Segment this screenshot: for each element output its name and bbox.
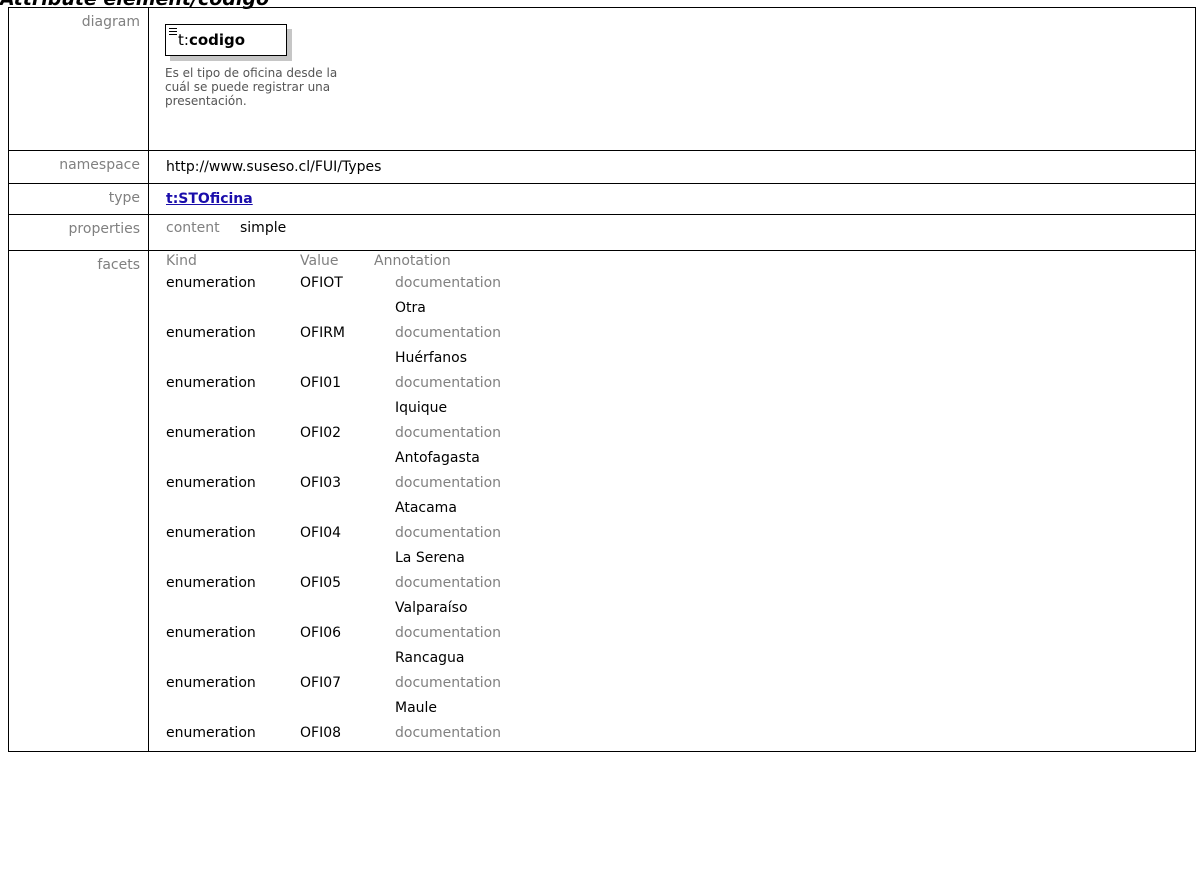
diagram-row: diagram t:codigo Es el tipo de oficina d… bbox=[8, 7, 1196, 151]
facet-documentation: Huérfanos bbox=[395, 350, 468, 366]
facet-value: OFI01 bbox=[300, 375, 342, 391]
element-doc-line: presentación. bbox=[165, 94, 247, 108]
element-box[interactable]: t:codigo bbox=[165, 24, 287, 56]
facet-annotation: documentation bbox=[395, 525, 502, 541]
facet-annotation: documentation bbox=[395, 325, 502, 341]
diagram-label: diagram bbox=[8, 7, 149, 151]
facet-kind: enumeration bbox=[166, 275, 256, 291]
facet-annotation: documentation bbox=[395, 575, 502, 591]
facet-annotation: documentation bbox=[395, 725, 502, 741]
type-link[interactable]: t:STOficina bbox=[166, 191, 253, 207]
facet-annotation: documentation bbox=[395, 425, 502, 441]
facets-label: facets bbox=[8, 250, 149, 752]
facet-documentation: Iquique bbox=[395, 400, 448, 416]
facet-row: enumeration OFI04 documentation La Serena bbox=[149, 525, 749, 575]
facet-kind: enumeration bbox=[166, 325, 256, 341]
facet-row: enumeration OFI08 documentation bbox=[149, 725, 749, 775]
facet-value: OFIRM bbox=[300, 325, 346, 341]
facets-header-annotation: Annotation bbox=[374, 253, 451, 269]
facet-documentation: Antofagasta bbox=[395, 450, 480, 466]
facet-kind: enumeration bbox=[166, 525, 256, 541]
facets-row: facets Kind Value Annotation enumeration… bbox=[8, 250, 1196, 752]
facet-row: enumeration OFI02 documentation Antofagasta bbox=[149, 425, 749, 475]
facet-kind: enumeration bbox=[166, 725, 256, 741]
element-documentation: Es el tipo de oficina desde la cuál se p… bbox=[165, 66, 425, 108]
facet-value: OFI03 bbox=[300, 475, 342, 491]
element-diagram: t:codigo Es el tipo de oficina desde la … bbox=[149, 8, 1195, 150]
type-row: type t:STOficina bbox=[8, 183, 1196, 215]
facets-table: Kind Value Annotation enumeration OFIOT do… bbox=[149, 251, 1195, 751]
facet-row: enumeration OFI06 documentation Rancagua bbox=[149, 625, 749, 675]
facet-kind: enumeration bbox=[166, 625, 256, 641]
facet-value: OFI05 bbox=[300, 575, 342, 591]
properties-label: properties bbox=[8, 214, 149, 251]
namespace-label: namespace bbox=[8, 150, 149, 184]
facets-header-value: Value bbox=[300, 253, 339, 269]
facet-value: OFI07 bbox=[300, 675, 342, 691]
element-lines-icon bbox=[169, 28, 177, 35]
namespace-row: namespace http://www.suseso.cl/FUI/Types bbox=[8, 150, 1196, 184]
facet-value: OFIOT bbox=[300, 275, 343, 291]
facet-row: enumeration OFI07 documentation Maule bbox=[149, 675, 749, 725]
facet-documentation: Maule bbox=[395, 700, 438, 716]
element-name: t:codigo bbox=[178, 31, 245, 49]
facet-value: OFI04 bbox=[300, 525, 342, 541]
property-value: simple bbox=[240, 220, 287, 236]
facets-header-kind: Kind bbox=[166, 253, 197, 269]
namespace-value: http://www.suseso.cl/FUI/Types bbox=[148, 150, 1196, 184]
facet-documentation: Rancagua bbox=[395, 650, 465, 666]
facet-value: OFI06 bbox=[300, 625, 342, 641]
element-local-name: codigo bbox=[188, 31, 246, 49]
element-prefix: t: bbox=[178, 31, 189, 49]
element-doc-line: Es el tipo de oficina desde la bbox=[165, 66, 338, 80]
facet-annotation: documentation bbox=[395, 475, 502, 491]
facet-kind: enumeration bbox=[166, 425, 256, 441]
facet-value: OFI02 bbox=[300, 425, 342, 441]
element-doc-line: cuál se puede registrar una bbox=[165, 80, 331, 94]
attribute-doc-table: diagram t:codigo Es el tipo de oficina d… bbox=[8, 7, 1196, 752]
facet-value: OFI08 bbox=[300, 725, 342, 741]
facet-row: enumeration OFIOT documentation Otra bbox=[149, 275, 749, 325]
facet-row: enumeration OFI01 documentation Iquique bbox=[149, 375, 749, 425]
facet-documentation: La Serena bbox=[395, 550, 465, 566]
facet-annotation: documentation bbox=[395, 375, 502, 391]
facet-row: enumeration OFIRM documentation Huérfanos bbox=[149, 325, 749, 375]
facet-documentation: Otra bbox=[395, 300, 426, 316]
facet-annotation: documentation bbox=[395, 675, 502, 691]
facet-kind: enumeration bbox=[166, 475, 256, 491]
properties-row: properties content simple bbox=[8, 214, 1196, 251]
properties-list: content simple bbox=[149, 215, 1195, 250]
facet-kind: enumeration bbox=[166, 575, 256, 591]
facet-annotation: documentation bbox=[395, 275, 502, 291]
property-key: content bbox=[166, 220, 220, 236]
facet-kind: enumeration bbox=[166, 675, 256, 691]
facet-kind: enumeration bbox=[166, 375, 256, 391]
facet-row: enumeration OFI03 documentation Atacama bbox=[149, 475, 749, 525]
type-label: type bbox=[8, 183, 149, 215]
facet-annotation: documentation bbox=[395, 625, 502, 641]
facet-documentation: Valparaíso bbox=[395, 600, 468, 616]
facet-row: enumeration OFI05 documentation Valparaíso bbox=[149, 575, 749, 625]
facet-documentation: Atacama bbox=[395, 500, 457, 516]
